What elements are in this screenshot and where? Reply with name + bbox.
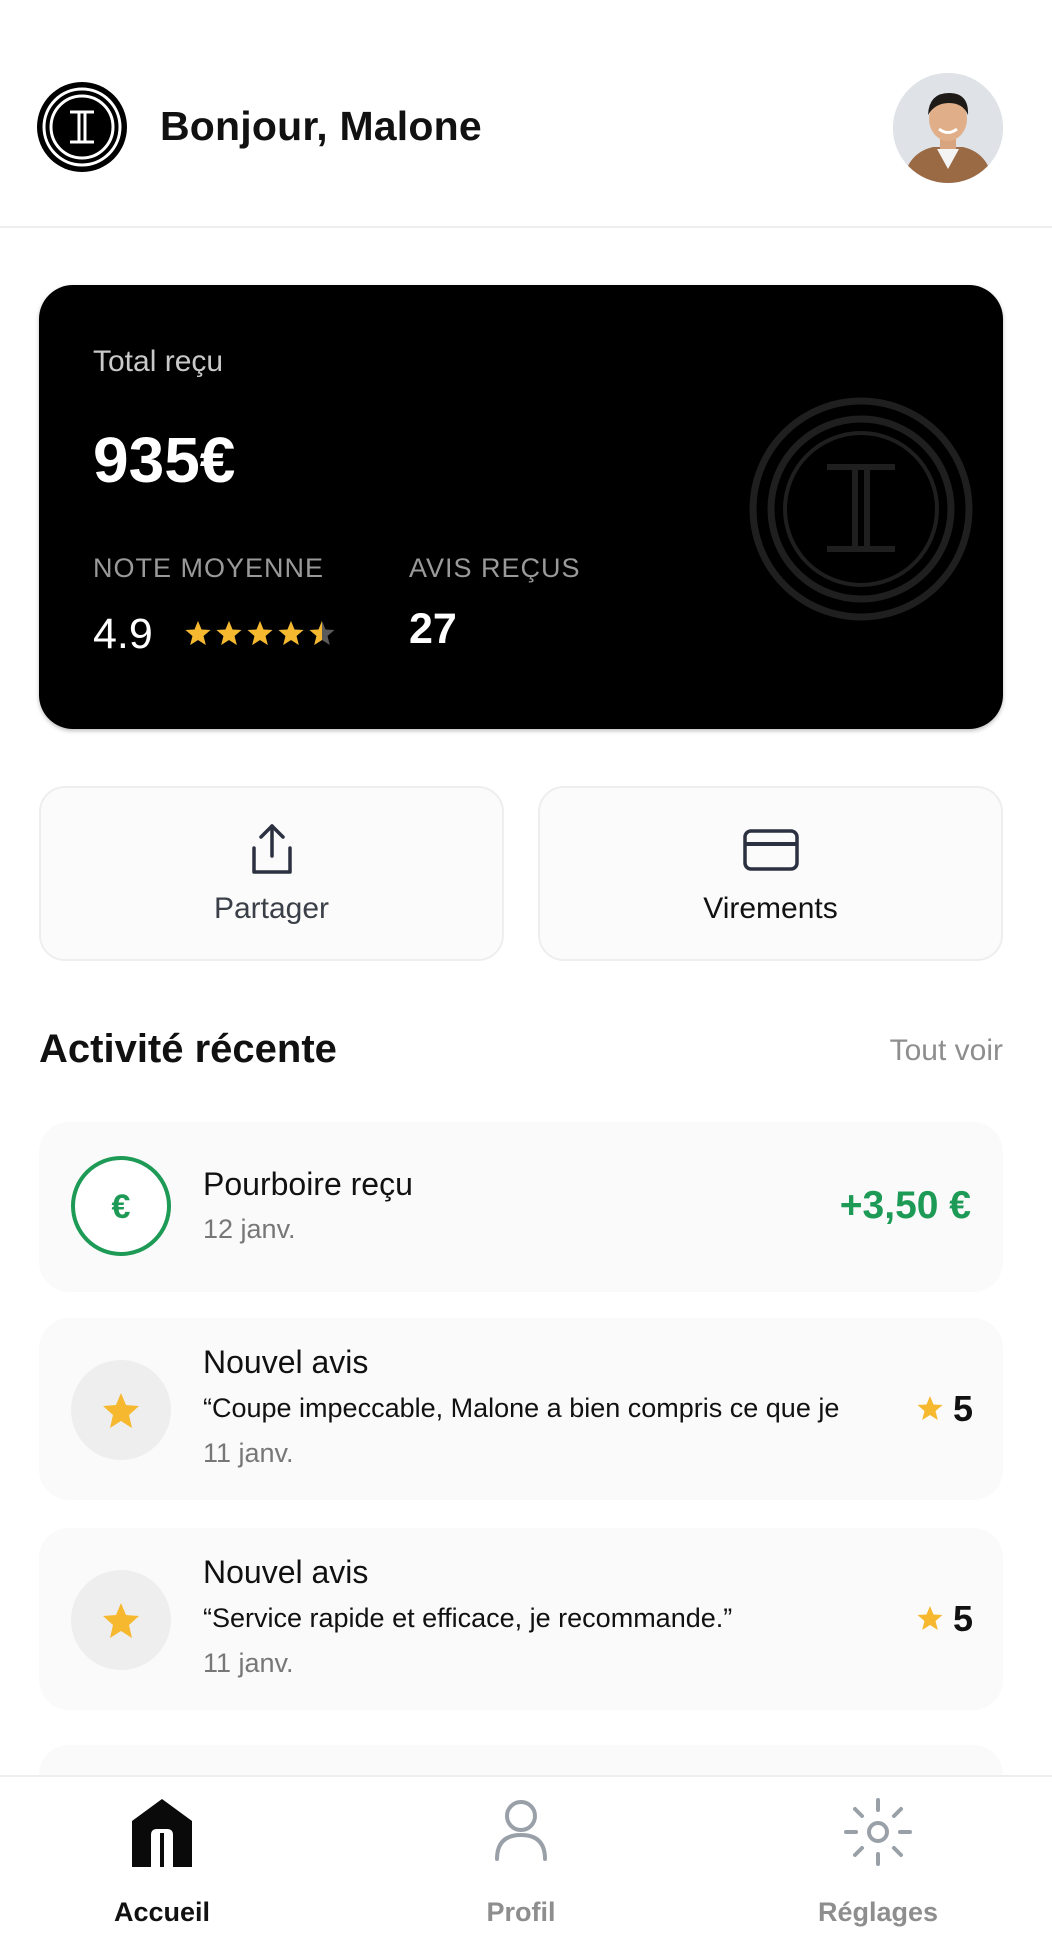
activity-title: Pourboire reçu [203,1166,413,1202]
star-icon [278,621,304,645]
total-received-amount: 935€ [93,424,236,496]
star-icon [71,1360,171,1460]
reviews-received-label: AVIS REÇUS [409,553,581,583]
nav-item-profile[interactable]: Profil [401,1777,641,1947]
nav-label-settings: Réglages [817,1897,939,1927]
review-quote: “Service rapide et efficace, je recomman… [203,1603,733,1633]
activity-title: Nouvel avis [203,1344,369,1380]
review-quote: “Coupe impeccable, Malone a bien compris… [203,1393,840,1423]
greeting-title: Bonjour, Malone [160,103,482,149]
star-icon [71,1570,171,1670]
review-rating: 5 [915,1598,973,1640]
share-button[interactable]: Partager [39,786,504,961]
star-icon [917,1396,943,1420]
see-all-link[interactable]: Tout voir [890,1034,1003,1068]
activity-amount: +3,50 € [839,1184,971,1227]
share-icon [246,822,298,883]
average-rating-label: NOTE MOYENNE [93,553,325,583]
activity-title: Nouvel avis [203,1554,369,1590]
brand-watermark-icon [749,397,974,622]
activity-date: 11 janv. [203,1438,294,1468]
recent-activity-title: Activité récente [39,1027,337,1071]
average-rating-value: 4.9 [93,610,153,658]
star-icon [247,621,273,645]
balance-card: Total reçu 935€ NOTE MOYENNE AVIS REÇUS … [39,285,1003,729]
transfers-button-label: Virements [703,892,838,925]
activity-item-review[interactable]: Nouvel avis “Coupe impeccable, Malone a … [39,1318,1003,1500]
euro-icon: € [71,1156,171,1256]
brand-logo-icon[interactable] [37,82,127,172]
nav-item-home[interactable]: Accueil [42,1777,282,1947]
share-button-label: Partager [213,892,330,925]
reviews-count: 27 [409,605,457,653]
app-header: Bonjour, Malone [0,0,1052,228]
home-icon [129,1797,195,1874]
card-icon [742,828,800,877]
bottom-navigation: Accueil Profil Réglages [0,1775,1052,1947]
nav-label-profile: Profil [486,1897,556,1927]
star-icon [309,621,335,645]
review-rating-value: 5 [952,1598,973,1639]
activity-date: 12 janv. [203,1214,296,1244]
star-icon [185,621,211,645]
nav-item-settings[interactable]: Réglages [758,1777,998,1947]
transfers-button[interactable]: Virements [538,786,1003,961]
svg-text:€: € [112,1188,131,1226]
review-rating: 5 [915,1388,973,1430]
rating-stars [183,619,337,649]
activity-date: 11 janv. [203,1648,294,1678]
review-rating-value: 5 [952,1388,973,1429]
activity-item-review[interactable]: Nouvel avis “Service rapide et efficace,… [39,1528,1003,1710]
settings-icon [843,1797,913,1872]
nav-label-home: Accueil [113,1897,211,1927]
star-icon [216,621,242,645]
user-icon [493,1797,549,1866]
star-icon [917,1606,943,1630]
total-received-label: Total reçu [93,345,224,378]
activity-item-tip[interactable]: € Pourboire reçu 12 janv. +3,50 € [39,1122,1003,1292]
avatar[interactable] [893,73,1003,183]
